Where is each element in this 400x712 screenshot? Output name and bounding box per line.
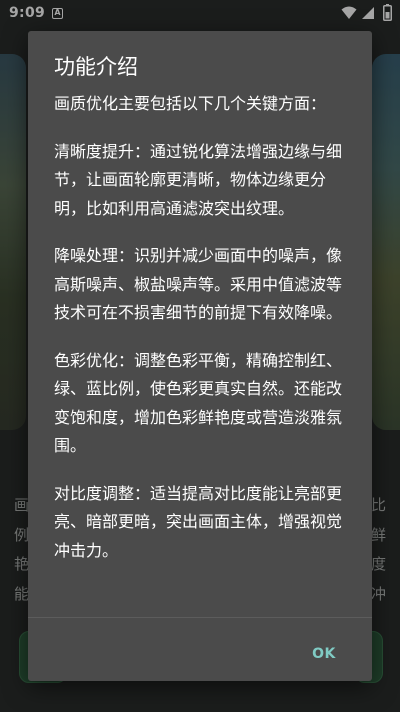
dialog-title: 功能介绍 — [54, 55, 138, 79]
dialog-paragraph-sharpness: 清晰度提升：通过锐化算法增强边缘与细节，让画面轮廓更清晰，物体边缘更分明，比如利… — [54, 141, 343, 218]
intro-dialog: 功能介绍 画质优化主要包括以下几个关键方面： 清晰度提升：通过锐化算法增强边缘与… — [28, 31, 372, 681]
dialog-divider — [28, 617, 372, 618]
dialog-body[interactable]: 画质优化主要包括以下几个关键方面： 清晰度提升：通过锐化算法增强边缘与细节，让画… — [54, 90, 346, 616]
dialog-paragraph-color: 色彩优化：调整色彩平衡，精确控制红、绿、蓝比例，使色彩更真实自然。还能改变饱和度… — [54, 350, 343, 456]
ok-button[interactable]: OK — [298, 636, 350, 672]
dialog-paragraph-intro: 画质优化主要包括以下几个关键方面： — [54, 94, 327, 113]
dialog-paragraph-contrast: 对比度调整：适当提高对比度能让亮部更亮、暗部更暗，突出画面主体，增强视觉冲击力。 — [54, 483, 343, 560]
dialog-paragraph-denoise: 降噪处理：识别并减少画面中的噪声，像高斯噪声、椒盐噪声等。采用中值滤波等技术可在… — [54, 246, 343, 322]
